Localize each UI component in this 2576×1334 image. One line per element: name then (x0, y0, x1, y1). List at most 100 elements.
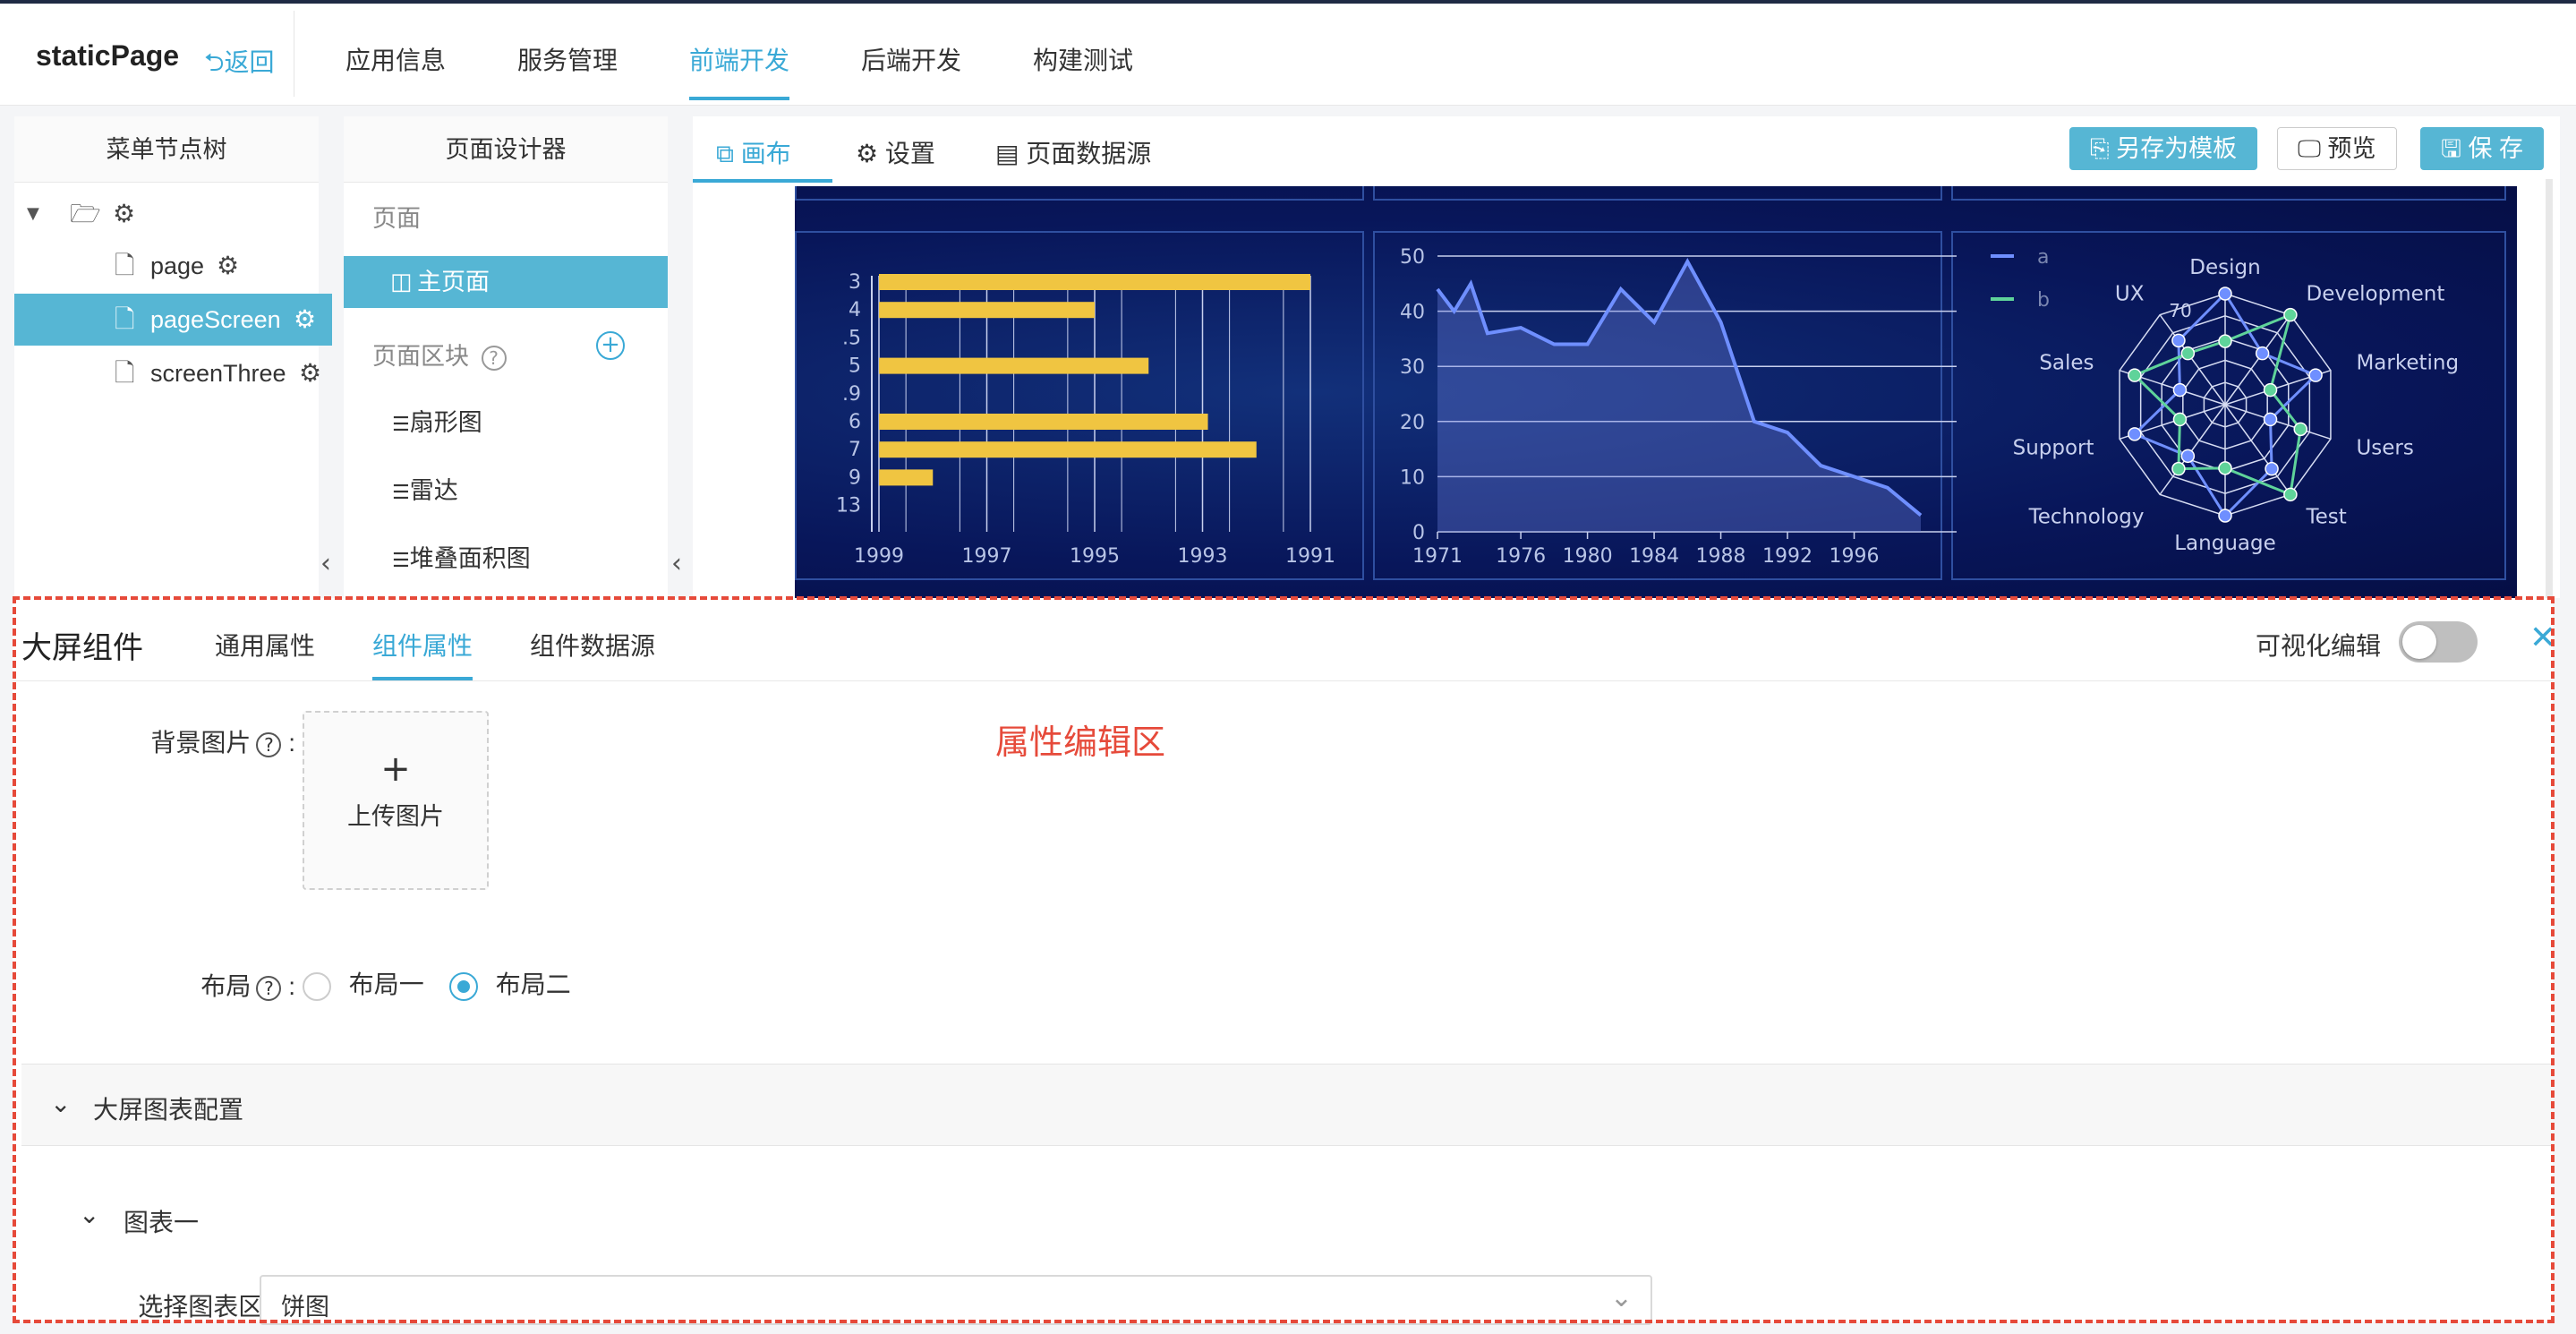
block-item-radar[interactable]: ☰雷达 (392, 471, 716, 506)
layout-option-1[interactable]: 布局一 (303, 965, 424, 1001)
area-x-tick-label: 1984 (1629, 545, 1679, 568)
dashboard-preview[interactable]: 1999 1997 1995 1993 1991 3 4 .5 5 .9 6 7 9 13 0 10 20 30 4… (795, 186, 2517, 598)
tab-common-props[interactable]: 通用属性 (215, 627, 315, 663)
radar-point (2218, 334, 2232, 348)
plus-icon: + (380, 748, 411, 790)
preview-button[interactable]: 🖵 预览 (2277, 127, 2397, 170)
save-icon: 🖫 (2441, 135, 2462, 163)
tree-item-pagescreen[interactable]: 🗋 pageScreen ⚙ (14, 294, 332, 346)
area-x-tick-label: 1980 (1563, 545, 1613, 568)
bar (879, 357, 1149, 374)
nav-active-indicator (689, 97, 789, 100)
tab-component-props[interactable]: 组件属性 (372, 627, 473, 663)
bar-y-tick-label: 4 (849, 299, 861, 321)
help-icon[interactable]: ? (256, 975, 282, 1001)
radar-indicator-label: Design (2189, 256, 2260, 279)
bar (879, 302, 1095, 319)
radio-button-checked[interactable] (449, 971, 478, 1001)
radar-indicator-label: Test (2306, 506, 2347, 529)
canvas-scrollbar[interactable] (2546, 179, 2553, 598)
tab-canvas[interactable]: ⧉ 画布 (716, 134, 791, 170)
chart-config-section-header[interactable] (21, 1064, 2553, 1146)
chevron-down-icon[interactable]: ⌄ (79, 1200, 99, 1229)
tree-root-row[interactable]: ▼ 🗁 ⚙ (14, 188, 332, 240)
radar-point (2128, 427, 2142, 441)
bar-y-tick-label: 9 (849, 466, 861, 489)
radar-point (2283, 487, 2298, 502)
area-y-tick-label: 40 (1400, 302, 1425, 324)
radar-point (2180, 346, 2196, 361)
tab-component-datasource[interactable]: 组件数据源 (530, 627, 655, 663)
tree-item-screenthree[interactable]: 🗋 screenThree ⚙ (14, 347, 332, 399)
collapse-left-icon[interactable]: ‹ (320, 548, 331, 579)
help-icon[interactable]: ? (256, 731, 282, 757)
bg-image-label-text: 背景图片 (150, 729, 252, 757)
layout-option-2[interactable]: 布局二 (449, 965, 571, 1001)
save-as-template-button[interactable]: ⎘ 另存为模板 (2069, 127, 2258, 170)
caret-down-icon[interactable]: ▼ (27, 188, 39, 240)
bar-y-tick-label: 7 (849, 439, 861, 461)
block-label: 堆叠面积图 (409, 545, 531, 572)
save-button[interactable]: 🖫 保 存 (2420, 127, 2545, 170)
blocks-section-header: 页面区块 ? (372, 337, 696, 372)
main-page-label: 主页面 (417, 269, 490, 295)
close-icon[interactable]: ✕ (2529, 620, 2556, 656)
radar-point (2128, 368, 2142, 382)
nav-build-test[interactable]: 构建测试 (1033, 41, 1133, 77)
radar-indicator-label: UX (2115, 282, 2145, 305)
main-page-item[interactable]: ◫ 主页面 (344, 256, 668, 308)
file-icon: 🗋 (115, 304, 135, 334)
preview-label: 预览 (2327, 135, 2376, 162)
layout-option-label: 布局二 (495, 971, 571, 998)
back-link[interactable]: ⮌返回 (204, 43, 274, 87)
collapse-left-icon[interactable]: ‹ (671, 548, 682, 579)
bar-x-tick-label: 1993 (1178, 545, 1228, 568)
nav-backend-dev[interactable]: 后端开发 (861, 41, 961, 77)
upload-image-label: 上传图片 (347, 803, 444, 830)
tab-page-datasource[interactable]: ▤ 页面数据源 (995, 134, 1151, 170)
gear-icon[interactable]: ⚙ (299, 347, 321, 399)
tab-settings[interactable]: ⚙ 设置 (856, 134, 935, 170)
nav-frontend-dev[interactable]: 前端开发 (689, 41, 789, 77)
nav-app-info[interactable]: 应用信息 (345, 41, 446, 77)
layout-label-text: 布局 (200, 972, 252, 1000)
chart-block-select[interactable]: 饼图 ⌄ (260, 1275, 1652, 1325)
tab-settings-label: 设置 (884, 140, 935, 167)
nav-service-mgmt[interactable]: 服务管理 (517, 41, 618, 77)
area-x-tick-label: 1996 (1830, 545, 1880, 568)
radar-point (2283, 307, 2298, 322)
radar-indicator-label: Sales (2039, 351, 2094, 374)
bar-y-tick-label: 13 (836, 495, 861, 517)
tree-item-label: pageScreen (150, 306, 281, 333)
tree-item-page[interactable]: 🗋 page ⚙ (14, 240, 332, 292)
area-y-tick-label: 50 (1400, 246, 1425, 269)
bar (879, 469, 934, 486)
gear-icon: ⚙ (856, 139, 879, 168)
bar-x-tick-label: 1999 (854, 545, 904, 568)
radio-button[interactable] (303, 971, 331, 1001)
page-designer-title: 页面设计器 (344, 116, 668, 183)
gear-icon[interactable]: ⚙ (113, 188, 135, 240)
bar-y-tick-label: 5 (849, 355, 861, 378)
bar-x-tick-label: 1995 (1070, 545, 1120, 568)
add-block-icon[interactable]: + (596, 331, 625, 360)
gear-icon[interactable]: ⚙ (217, 240, 239, 292)
block-item-stacked-area[interactable]: ☰堆叠面积图 (392, 539, 716, 574)
radar-point (2172, 412, 2188, 427)
upload-image-box[interactable]: + 上传图片 (303, 711, 489, 890)
radar-point (2263, 382, 2278, 398)
radar-indicator-label: Marketing (2356, 351, 2459, 374)
monitor-icon: 🖵 (2298, 135, 2322, 163)
help-icon[interactable]: ? (481, 345, 507, 371)
block-item-pie[interactable]: ☰扇形图 (392, 403, 716, 438)
bg-image-label: 背景图片? : (90, 723, 295, 759)
app-name: staticPage (36, 39, 180, 72)
radar-legend-label: b (2037, 289, 2050, 312)
area-x-tick-label: 1992 (1762, 545, 1813, 568)
block-label: 雷达 (409, 477, 458, 504)
gear-icon[interactable]: ⚙ (294, 294, 316, 346)
area-fill (1437, 261, 1921, 532)
chevron-down-icon[interactable]: ⌄ (50, 1089, 71, 1118)
bar-x-tick-label: 1997 (962, 545, 1012, 568)
list-icon: ☰ (392, 482, 410, 504)
